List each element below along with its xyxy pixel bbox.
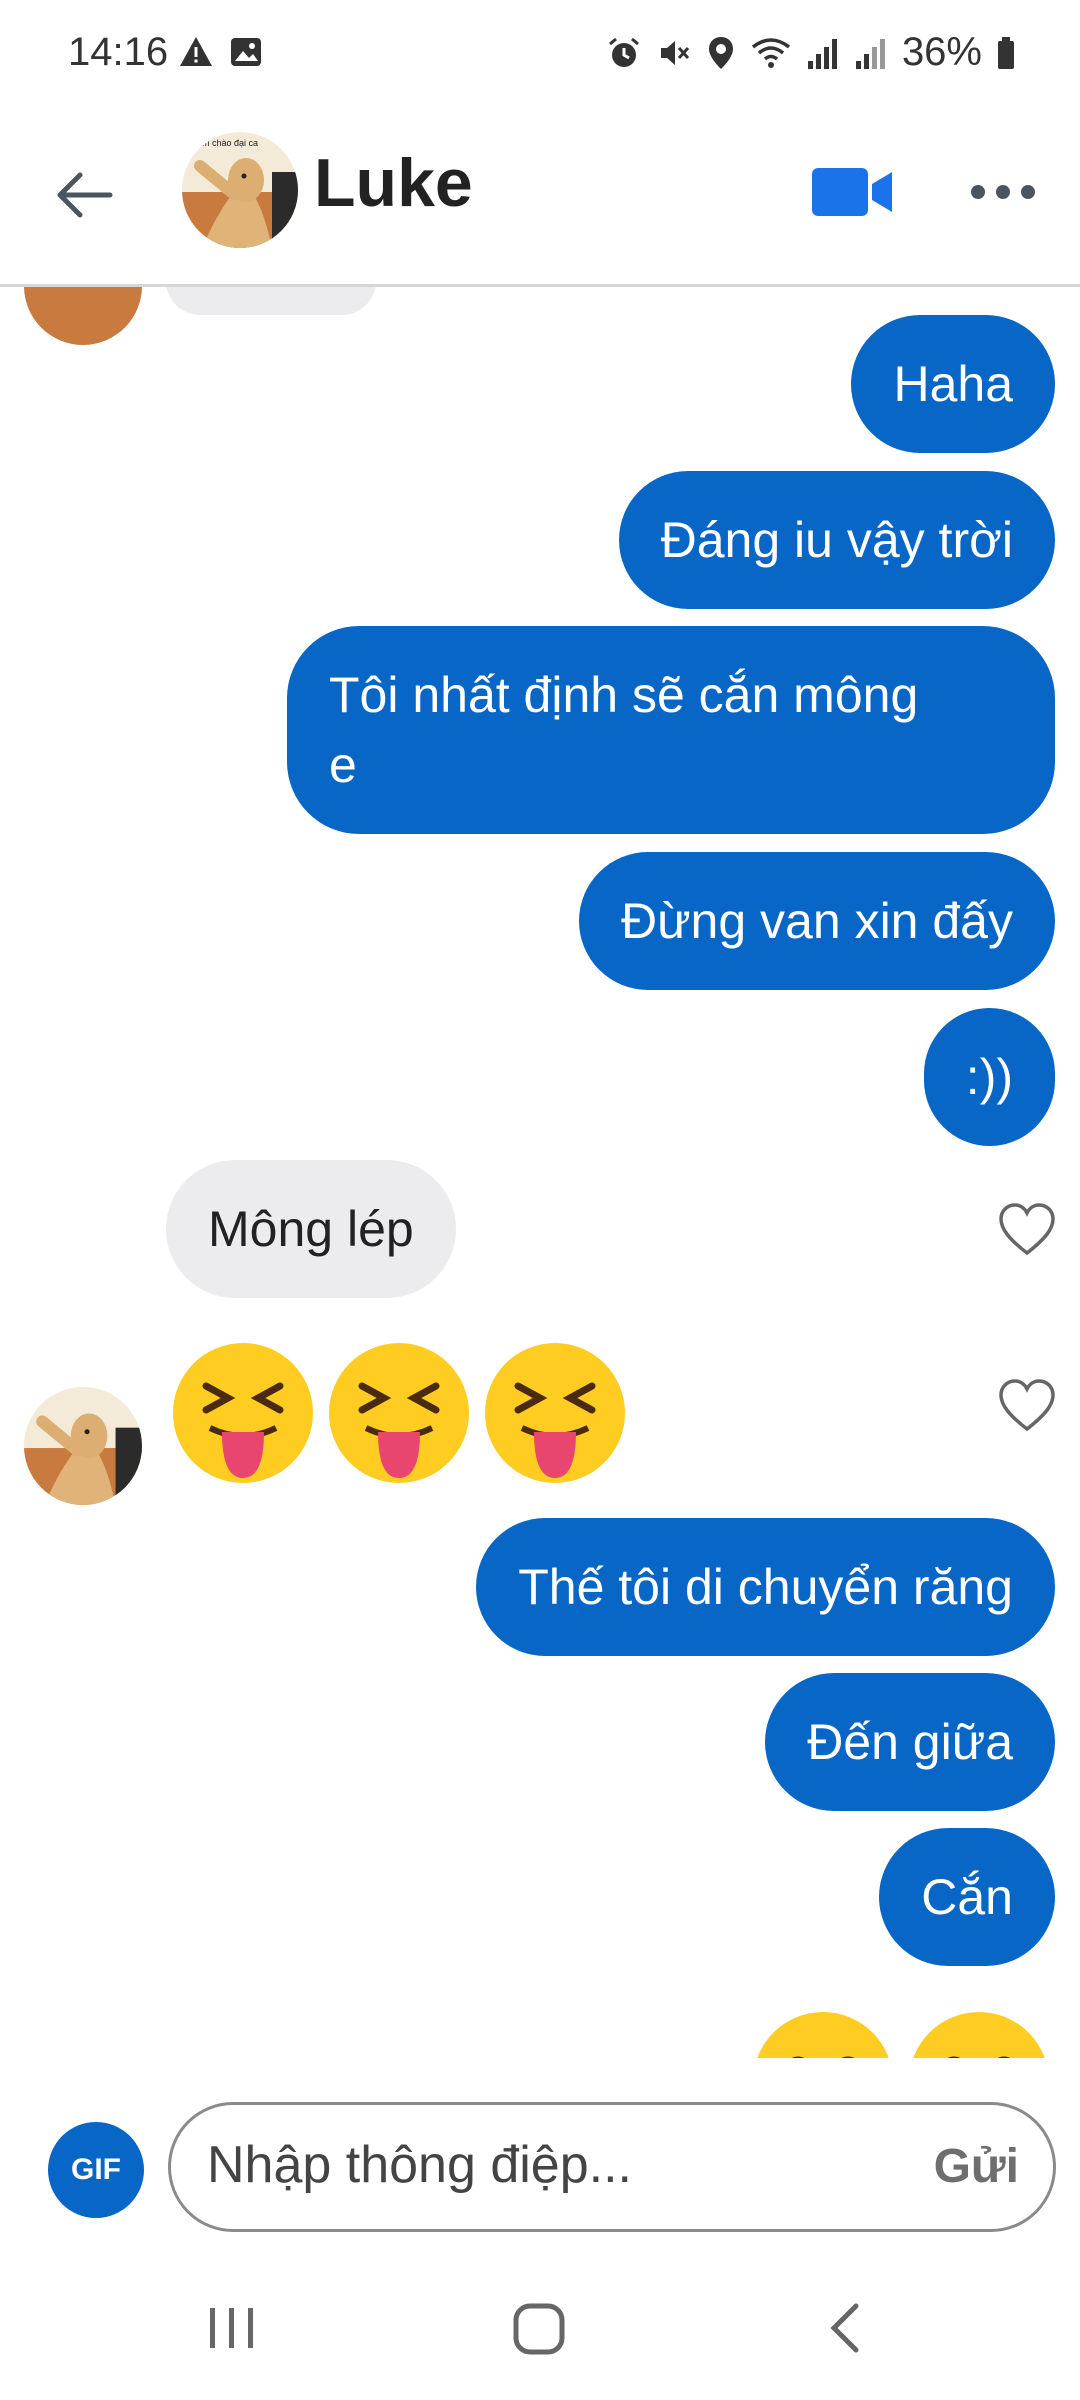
dog-avatar-image xyxy=(24,1387,142,1505)
smiling-face-emoji[interactable] xyxy=(906,2009,1052,2059)
back-arrow-icon[interactable] xyxy=(50,160,120,230)
message-bubble-outgoing[interactable]: Đáng iu vậy trời xyxy=(618,471,1055,609)
squinting-tongue-emoji[interactable] xyxy=(326,1340,472,1486)
video-call-icon[interactable] xyxy=(810,158,894,226)
battery-icon xyxy=(998,36,1014,69)
home-icon[interactable] xyxy=(510,2300,570,2360)
contact-avatar[interactable]: Em chào đại ca xyxy=(182,132,298,248)
status-time: 14:16 xyxy=(68,30,169,74)
message-bubble-outgoing[interactable]: Thế tôi di chuyển răng xyxy=(476,1518,1055,1656)
message-composer: GIF Nhập thông điệp... Gửi xyxy=(0,2058,1080,2238)
message-bubble-outgoing[interactable]: Cắn xyxy=(879,1828,1055,1966)
system-nav-bar xyxy=(0,2250,1080,2400)
send-button[interactable]: Gửi xyxy=(934,2139,1019,2194)
warning-icon xyxy=(180,37,212,66)
battery-percent: 36% xyxy=(901,30,982,74)
message-list[interactable]: Haha Đáng iu vậy trời Tôi nhất định sẽ c… xyxy=(0,287,1080,2059)
alarm-icon xyxy=(608,37,639,67)
contact-avatar-small[interactable] xyxy=(24,1387,142,1505)
signal-icon xyxy=(807,38,837,69)
squinting-tongue-emoji[interactable] xyxy=(170,1340,316,1486)
heart-icon[interactable] xyxy=(997,1377,1057,1433)
wifi-icon xyxy=(751,37,791,68)
message-input[interactable]: Nhập thông điệp... Gửi xyxy=(168,2102,1056,2232)
message-bubble-incoming[interactable]: Mông lép xyxy=(166,1160,456,1298)
more-options-icon[interactable] xyxy=(968,172,1038,212)
gallery-icon xyxy=(231,38,261,66)
gif-button[interactable]: GIF xyxy=(48,2122,144,2218)
avatar-caption: Em chào đại ca xyxy=(196,138,258,148)
contact-name[interactable]: Luke xyxy=(314,144,473,222)
message-input-placeholder: Nhập thông điệp... xyxy=(207,2136,632,2194)
squinting-tongue-emoji[interactable] xyxy=(482,1340,628,1486)
message-bubble-outgoing[interactable]: Haha xyxy=(851,315,1055,453)
heart-icon[interactable] xyxy=(997,1201,1057,1257)
message-bubble-outgoing[interactable]: :)) xyxy=(923,1008,1055,1146)
dog-avatar-image: Em chào đại ca xyxy=(182,132,298,248)
message-bubble-incoming[interactable] xyxy=(166,287,376,315)
signal-icon-2 xyxy=(855,38,885,69)
message-bubble-outgoing[interactable]: Đừng van xin đấy xyxy=(578,852,1055,990)
back-nav-icon[interactable] xyxy=(818,2300,874,2356)
smiling-face-emoji[interactable] xyxy=(750,2009,896,2059)
status-bar: 14:16 36% xyxy=(0,0,1080,100)
chat-header: Em chào đại ca Luke xyxy=(0,100,1080,287)
recent-apps-icon[interactable] xyxy=(204,2300,260,2356)
message-bubble-outgoing[interactable]: Đến giữa xyxy=(765,1673,1055,1811)
location-icon xyxy=(708,36,733,69)
contact-avatar-small xyxy=(24,287,142,345)
message-bubble-outgoing[interactable]: Tôi nhất định sẽ cắn mông e xyxy=(287,626,1055,834)
mute-icon xyxy=(660,40,690,65)
